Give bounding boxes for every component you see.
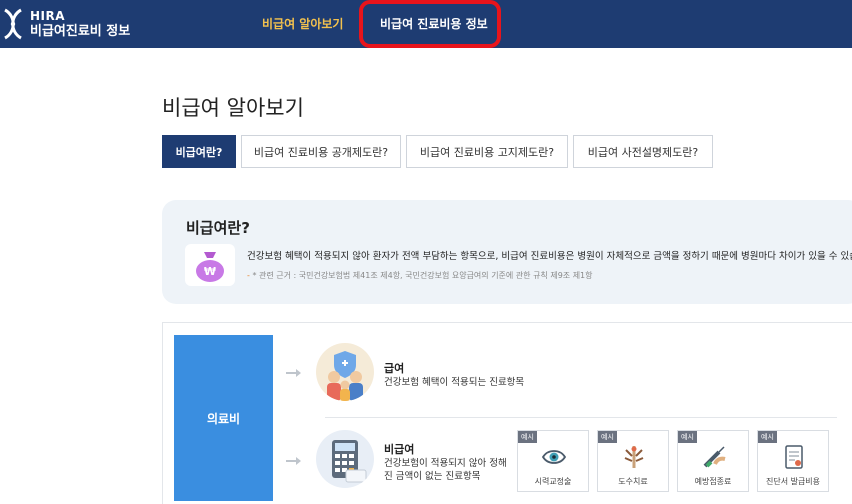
syringe-icon (703, 446, 726, 468)
page-title: 비급여 알아보기 (162, 96, 304, 120)
example-card-vaccination: 예시 예방접종료 (677, 430, 749, 492)
example-badge: 예시 (758, 431, 777, 443)
highlight-annotation (359, 0, 501, 48)
note-marker: - (247, 271, 250, 280)
tab-prior-explanation-system[interactable]: 비급여 사전설명제도란? (573, 135, 713, 168)
covered-title: 급여 (384, 362, 405, 375)
note-text: * 관련 근거 : 국민건강보험법 제41조 제4항, 국민건강보험 요양급여의… (252, 271, 593, 280)
example-label: 예방접종료 (694, 477, 732, 486)
divider (325, 417, 837, 418)
example-card-vision-correction: 예시 시력교정술 (517, 430, 589, 492)
definition-legal-note: - * 관련 근거 : 국민건강보험법 제41조 제4항, 국민건강보험 요양급… (247, 270, 593, 281)
uncovered-description: 건강보험이 적용되지 않아 정해진 금액이 없는 진료항목 (384, 458, 507, 482)
arrow-right-icon (286, 369, 301, 377)
tab-notice-system[interactable]: 비급여 진료비용 고지제도란? (406, 135, 568, 168)
example-label: 도수치료 (618, 477, 648, 486)
example-card-manual-therapy: 예시 도수치료 (597, 430, 669, 492)
example-label: 진단서 발급비용 (765, 477, 821, 486)
svg-text:₩: ₩ (204, 265, 216, 278)
hira-logo-icon (4, 8, 22, 40)
example-badge: 예시 (598, 431, 617, 443)
logo-line-2: 비급여진료비 정보 (30, 24, 131, 39)
eye-icon (541, 450, 567, 464)
example-badge: 예시 (678, 431, 697, 443)
covered-description: 건강보험 혜택이 적용되는 진료항목 (384, 377, 525, 388)
certificate-icon (785, 445, 803, 469)
family-shield-icon (316, 343, 374, 401)
example-card-certificate-fee: 예시 진단서 발급비용 (757, 430, 829, 492)
tab-what-is-nonpay[interactable]: 비급여란? (162, 135, 236, 168)
example-label: 시력교정술 (534, 477, 572, 486)
calculator-icon (316, 430, 374, 488)
medical-cost-box: 의료비 (174, 335, 273, 501)
logo-text: HIRA 비급여진료비 정보 (30, 9, 130, 39)
logo-line-1: HIRA (30, 9, 66, 23)
arrow-right-icon (286, 457, 301, 465)
nav-nonpay-overview[interactable]: 비급여 알아보기 (262, 15, 343, 32)
tab-disclosure-system[interactable]: 비급여 진료비용 공개제도란? (241, 135, 401, 168)
definition-description: 건강보험 혜택이 적용되지 않아 환자가 전액 부담하는 항목으로, 비급여 진… (247, 251, 852, 262)
site-logo[interactable]: HIRA 비급여진료비 정보 (0, 4, 130, 44)
manual-therapy-icon (624, 446, 644, 468)
definition-title: 비급여란? (186, 219, 250, 237)
example-badge: 예시 (518, 431, 537, 443)
money-bag-icon: ₩ (185, 244, 235, 286)
uncovered-title: 비급여 (384, 443, 415, 456)
